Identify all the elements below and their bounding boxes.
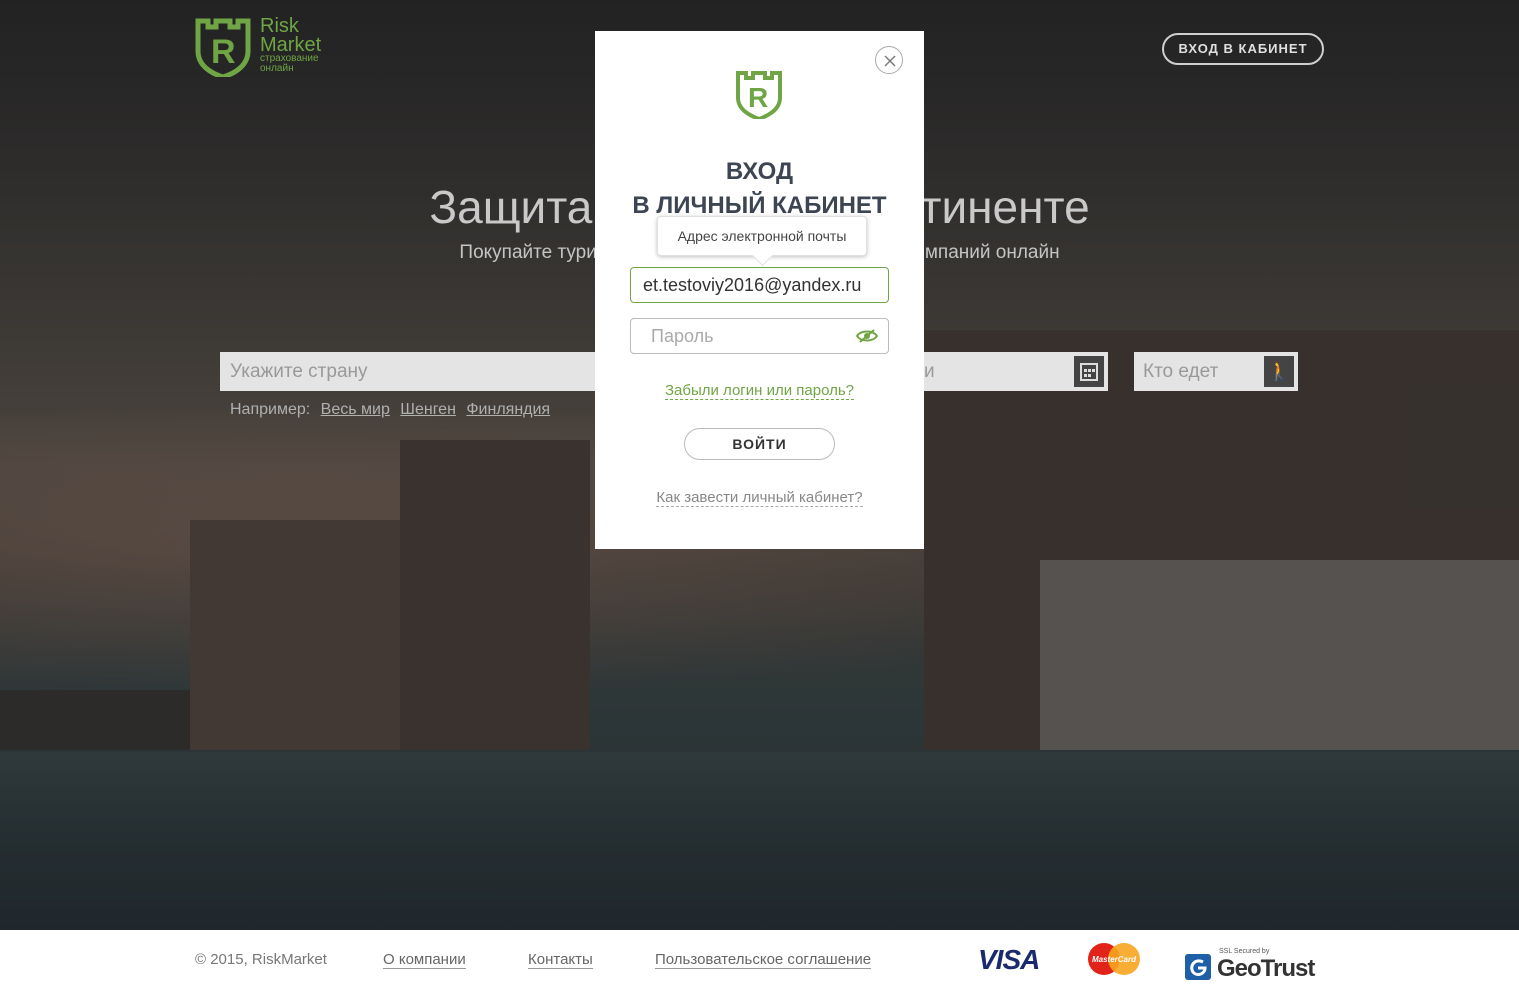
cabinet-login-button[interactable]: ВХОД В КАБИНЕТ (1162, 33, 1324, 65)
howto-link[interactable]: Как завести личный кабинет? (656, 489, 863, 507)
forgot-password-link-wrap: Забыли логин или пароль? (595, 382, 924, 400)
svg-text:R: R (211, 33, 236, 71)
shield-logo-icon: R (736, 71, 782, 119)
geotrust-logo: SSL Secured by GeoTrust (1183, 948, 1323, 982)
email-tooltip: Адрес электронной почты (657, 216, 867, 256)
forgot-password-link[interactable]: Забыли логин или пароль? (664, 382, 855, 400)
modal-title: ВХОД В ЛИЧНЫЙ КАБИНЕТ (632, 158, 887, 219)
travelers-input[interactable]: Кто едет 🚶 (1134, 352, 1298, 391)
examples-label: Например: (230, 401, 311, 418)
mastercard-logo: MasterCard (1088, 943, 1140, 975)
login-modal: R ВХОД В ЛИЧНЫЙ КАБИНЕТ Адрес электронно… (595, 31, 924, 549)
examples-row: Например: Весь мир Шенген Финляндия (230, 401, 550, 419)
footer: © 2015, RiskMarket О компании Контакты П… (0, 930, 1519, 990)
howto-link-wrap: Как завести личный кабинет? (595, 489, 924, 507)
date-input[interactable]: и (924, 352, 1108, 391)
example-link[interactable]: Финляндия (466, 401, 550, 418)
close-button[interactable] (875, 46, 903, 74)
person-walking-icon[interactable]: 🚶 (1264, 356, 1294, 387)
close-icon (884, 55, 896, 67)
logo-tagline: страхование онлайн (260, 53, 319, 74)
footer-link-about[interactable]: О компании (383, 951, 466, 969)
email-field[interactable]: et.testoviy2016@yandex.ru (630, 267, 889, 303)
example-link[interactable]: Весь мир (321, 401, 390, 418)
example-link[interactable]: Шенген (400, 401, 456, 418)
eye-slash-icon[interactable] (856, 329, 878, 343)
copyright: © 2015, RiskMarket (195, 951, 327, 968)
footer-link-agreement[interactable]: Пользовательское соглашение (655, 951, 872, 969)
footer-link-contacts[interactable]: Контакты (528, 951, 593, 969)
riskmarket-logo[interactable]: R Risk Market страхование онлайн (194, 15, 344, 80)
login-button[interactable]: ВОЙТИ (684, 428, 835, 460)
logo-wordmark: Risk Market (260, 15, 322, 56)
password-field[interactable]: Пароль (630, 318, 889, 354)
shield-logo-icon: R (195, 18, 251, 80)
svg-text:R: R (748, 82, 768, 113)
visa-logo: VISA (978, 944, 1040, 975)
country-input[interactable]: Укажите страну (220, 352, 600, 391)
calendar-icon[interactable] (1074, 356, 1104, 387)
geotrust-icon (1185, 954, 1211, 980)
svg-text:MasterCard: MasterCard (1092, 955, 1137, 964)
